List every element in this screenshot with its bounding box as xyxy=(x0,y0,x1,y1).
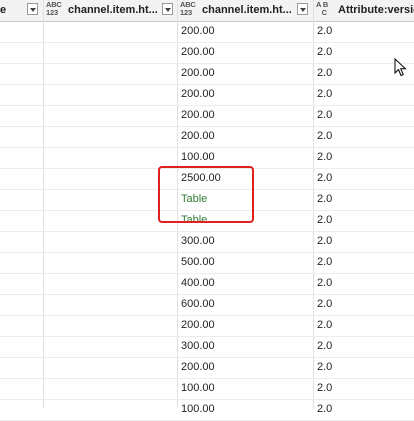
column-header-3[interactable]: A B C Attribute:versio xyxy=(314,0,414,21)
table-cell-c2[interactable]: 200.00 xyxy=(181,88,215,100)
table-cell-c2[interactable]: 300.00 xyxy=(181,340,215,352)
table-cell-c3[interactable]: 2.0 xyxy=(317,277,332,289)
table-cell-c2[interactable]: 200.00 xyxy=(181,25,215,37)
table-cell-c2[interactable]: 100.00 xyxy=(181,151,215,163)
table-row[interactable]: 200.00 2.0 xyxy=(0,64,414,85)
type-any-icon[interactable]: ABC 123 xyxy=(46,1,68,17)
table-cell-c3[interactable]: 2.0 xyxy=(317,403,332,415)
column-title-0: e xyxy=(0,4,7,16)
table-row[interactable]: 200.00 2.0 xyxy=(0,43,414,64)
table-row[interactable]: 200.00 2.0 xyxy=(0,316,414,337)
column-header-2[interactable]: ABC 123 channel.item.ht... xyxy=(178,0,313,21)
table-cell-c3[interactable]: 2.0 xyxy=(317,172,332,184)
table-cell-c2[interactable]: 200.00 xyxy=(181,67,215,79)
table-row[interactable]: 200.00 2.0 xyxy=(0,22,414,43)
table-cell-c2[interactable]: 500.00 xyxy=(181,256,215,268)
table-cell-c2[interactable]: 200.00 xyxy=(181,130,215,142)
table-row[interactable]: 600.00 2.0 xyxy=(0,295,414,316)
table-row[interactable]: 100.00 2.0 xyxy=(0,379,414,400)
table-cell-c3[interactable]: 2.0 xyxy=(317,214,332,226)
column-header-1[interactable]: ABC 123 channel.item.ht... xyxy=(44,0,177,21)
table-cell-c3[interactable]: 2.0 xyxy=(317,109,332,121)
table-cell-c2[interactable]: 400.00 xyxy=(181,277,215,289)
table-cell-c3[interactable]: 2.0 xyxy=(317,130,332,142)
table-cell-c3[interactable]: 2.0 xyxy=(317,235,332,247)
column-header-0[interactable]: e xyxy=(0,0,43,21)
table-cell-c2[interactable]: 200.00 xyxy=(181,319,215,331)
table-cell-c3[interactable]: 2.0 xyxy=(317,256,332,268)
table-cell-c2[interactable]: 200.00 xyxy=(181,361,215,373)
table-row[interactable]: 100.00 2.0 xyxy=(0,400,414,421)
table-cell-c2[interactable]: 300.00 xyxy=(181,235,215,247)
query-editor-grid: e ABC 123 channel.item.ht... ABC 123 cha… xyxy=(0,0,414,421)
table-row[interactable]: 200.00 2.0 xyxy=(0,127,414,148)
table-cell-c2[interactable]: 200.00 xyxy=(181,46,215,58)
type-any-icon[interactable]: ABC 123 xyxy=(180,1,202,17)
table-row[interactable]: 200.00 2.0 xyxy=(0,85,414,106)
table-cell-c3[interactable]: 2.0 xyxy=(317,298,332,310)
column-title-3: Attribute:versio xyxy=(338,4,414,16)
table-cell-c2[interactable]: 100.00 xyxy=(181,403,215,415)
table-cell-c3[interactable]: 2.0 xyxy=(317,25,332,37)
column-title-1: channel.item.ht... xyxy=(68,4,158,16)
type-text-icon[interactable]: A B C xyxy=(316,1,338,17)
table-cell-c2[interactable]: 200.00 xyxy=(181,109,215,121)
table-row[interactable]: 300.00 2.0 xyxy=(0,232,414,253)
highlight-annotation-box xyxy=(158,166,254,223)
column-filter-dropdown-icon[interactable] xyxy=(27,3,38,15)
table-cell-c3[interactable]: 2.0 xyxy=(317,193,332,205)
table-cell-c3[interactable]: 2.0 xyxy=(317,361,332,373)
table-row[interactable]: 500.00 2.0 xyxy=(0,253,414,274)
table-cell-c3[interactable]: 2.0 xyxy=(317,67,332,79)
column-filter-dropdown-icon[interactable] xyxy=(297,3,308,15)
table-cell-c3[interactable]: 2.0 xyxy=(317,382,332,394)
table-cell-c3[interactable]: 2.0 xyxy=(317,46,332,58)
table-cell-c3[interactable]: 2.0 xyxy=(317,340,332,352)
table-cell-c3[interactable]: 2.0 xyxy=(317,151,332,163)
table-cell-c2[interactable]: 100.00 xyxy=(181,382,215,394)
table-row[interactable]: 200.00 2.0 xyxy=(0,106,414,127)
table-cell-c2[interactable]: 600.00 xyxy=(181,298,215,310)
table-row[interactable]: 300.00 2.0 xyxy=(0,337,414,358)
table-row[interactable]: 400.00 2.0 xyxy=(0,274,414,295)
mouse-pointer-icon xyxy=(394,58,407,77)
column-header-row: e ABC 123 channel.item.ht... ABC 123 cha… xyxy=(0,0,414,22)
column-filter-dropdown-icon[interactable] xyxy=(162,3,173,15)
table-row[interactable]: 200.00 2.0 xyxy=(0,358,414,379)
table-cell-c3[interactable]: 2.0 xyxy=(317,88,332,100)
column-title-2: channel.item.ht... xyxy=(202,4,292,16)
table-cell-c3[interactable]: 2.0 xyxy=(317,319,332,331)
